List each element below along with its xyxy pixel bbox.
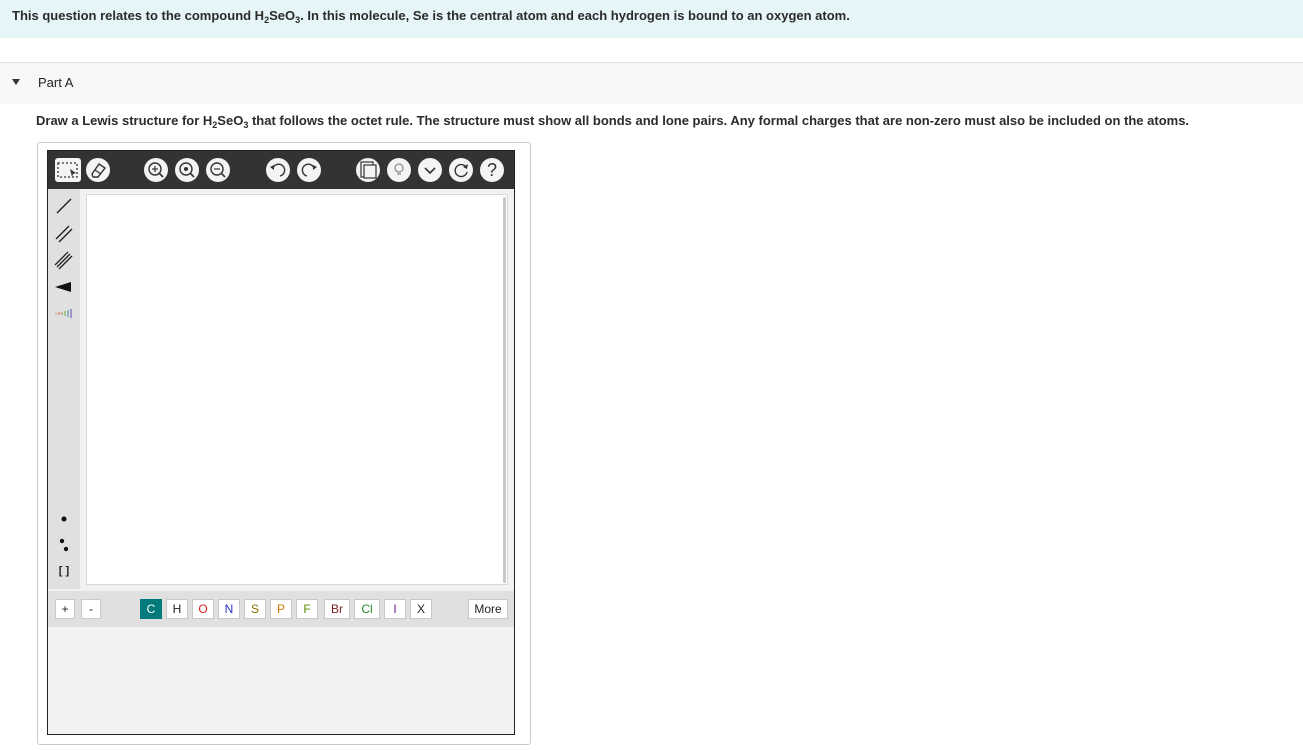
bond-toolbar: [ ]: [48, 189, 80, 589]
minus-charge-button[interactable]: -: [81, 599, 101, 619]
wedge-bond-icon[interactable]: [52, 275, 76, 299]
element-s-button[interactable]: S: [244, 599, 266, 619]
question-text-suffix: . In this molecule, Se is the central at…: [300, 8, 850, 23]
element-p-button[interactable]: P: [270, 599, 292, 619]
element-h-button[interactable]: H: [166, 599, 188, 619]
prompt-text-prefix: Draw a Lewis structure for H: [36, 113, 213, 128]
select-icon[interactable]: [55, 158, 81, 182]
zoom-out-icon[interactable]: [206, 158, 230, 182]
element-f-button[interactable]: F: [296, 599, 318, 619]
zoom-in-icon[interactable]: [175, 158, 199, 182]
element-c-button[interactable]: C: [140, 599, 162, 619]
element-i-button[interactable]: I: [384, 599, 406, 619]
collapse-triangle-icon[interactable]: [12, 79, 20, 85]
hint-icon[interactable]: [387, 158, 411, 182]
chevron-down-icon[interactable]: [418, 158, 442, 182]
double-bond-icon[interactable]: [52, 221, 76, 245]
prompt-text-suffix: that follows the octet rule. The structu…: [248, 113, 1190, 128]
undo-icon[interactable]: [266, 158, 290, 182]
eraser-icon[interactable]: [86, 158, 110, 182]
element-cl-button[interactable]: Cl: [354, 599, 380, 619]
zoom-fit-icon[interactable]: [144, 158, 168, 182]
element-br-button[interactable]: Br: [324, 599, 350, 619]
part-label: Part A: [38, 75, 74, 90]
drawing-canvas[interactable]: [86, 194, 508, 585]
single-bond-icon[interactable]: [52, 194, 76, 218]
hash-bond-icon[interactable]: [52, 301, 76, 325]
reset-icon[interactable]: [449, 158, 473, 182]
radical-icon[interactable]: [52, 507, 76, 531]
lewis-structure-editor: ? [ ] + - C H O N S P F Br Cl I X More: [47, 150, 515, 735]
element-x-button[interactable]: X: [410, 599, 432, 619]
bracket-icon[interactable]: [ ]: [52, 559, 76, 583]
triple-bond-icon[interactable]: [52, 248, 76, 272]
part-a-prompt: Draw a Lewis structure for H2SeO3 that f…: [36, 113, 1190, 130]
plus-charge-button[interactable]: +: [55, 599, 75, 619]
lone-pair-icon[interactable]: [52, 533, 76, 557]
prompt-text-mid: SeO: [217, 113, 244, 128]
element-o-button[interactable]: O: [192, 599, 214, 619]
part-a-header[interactable]: Part A: [0, 62, 1303, 104]
question-text-prefix: This question relates to the compound H: [12, 8, 265, 23]
editor-toolbar: ?: [48, 151, 514, 189]
element-n-button[interactable]: N: [218, 599, 240, 619]
redo-icon[interactable]: [297, 158, 321, 182]
help-icon[interactable]: ?: [480, 158, 504, 182]
help-glyph: ?: [487, 160, 497, 180]
question-text-mid: SeO: [269, 8, 296, 23]
canvas-scrollbar[interactable]: [503, 197, 506, 583]
template-icon[interactable]: [356, 158, 380, 182]
more-elements-button[interactable]: More: [468, 599, 508, 619]
atom-toolbar: + - C H O N S P F Br Cl I X More: [48, 591, 514, 627]
question-banner: This question relates to the compound H2…: [0, 0, 1303, 38]
